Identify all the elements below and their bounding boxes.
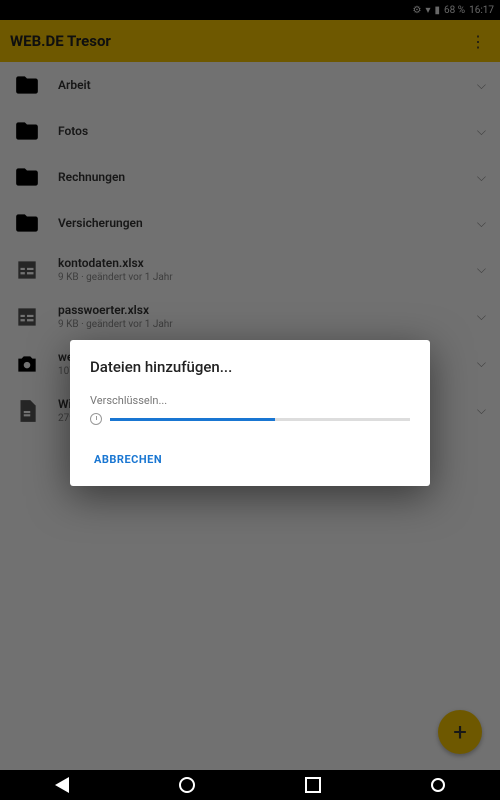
clock-icon bbox=[90, 413, 102, 425]
progress-bar bbox=[110, 418, 410, 421]
add-files-dialog: Dateien hinzufügen... Verschlüsseln... A… bbox=[70, 340, 430, 486]
dialog-title: Dateien hinzufügen... bbox=[90, 358, 410, 376]
nav-recent[interactable] bbox=[305, 777, 321, 793]
nav-bar bbox=[0, 770, 500, 800]
modal-scrim: Dateien hinzufügen... Verschlüsseln... A… bbox=[0, 0, 500, 800]
nav-back[interactable] bbox=[55, 777, 69, 793]
progress-fill bbox=[110, 418, 275, 421]
nav-home[interactable] bbox=[179, 777, 195, 793]
cancel-button[interactable]: ABBRECHEN bbox=[90, 447, 166, 472]
progress-row bbox=[90, 413, 410, 425]
dialog-status-text: Verschlüsseln... bbox=[90, 394, 410, 407]
nav-assist[interactable] bbox=[431, 778, 445, 792]
